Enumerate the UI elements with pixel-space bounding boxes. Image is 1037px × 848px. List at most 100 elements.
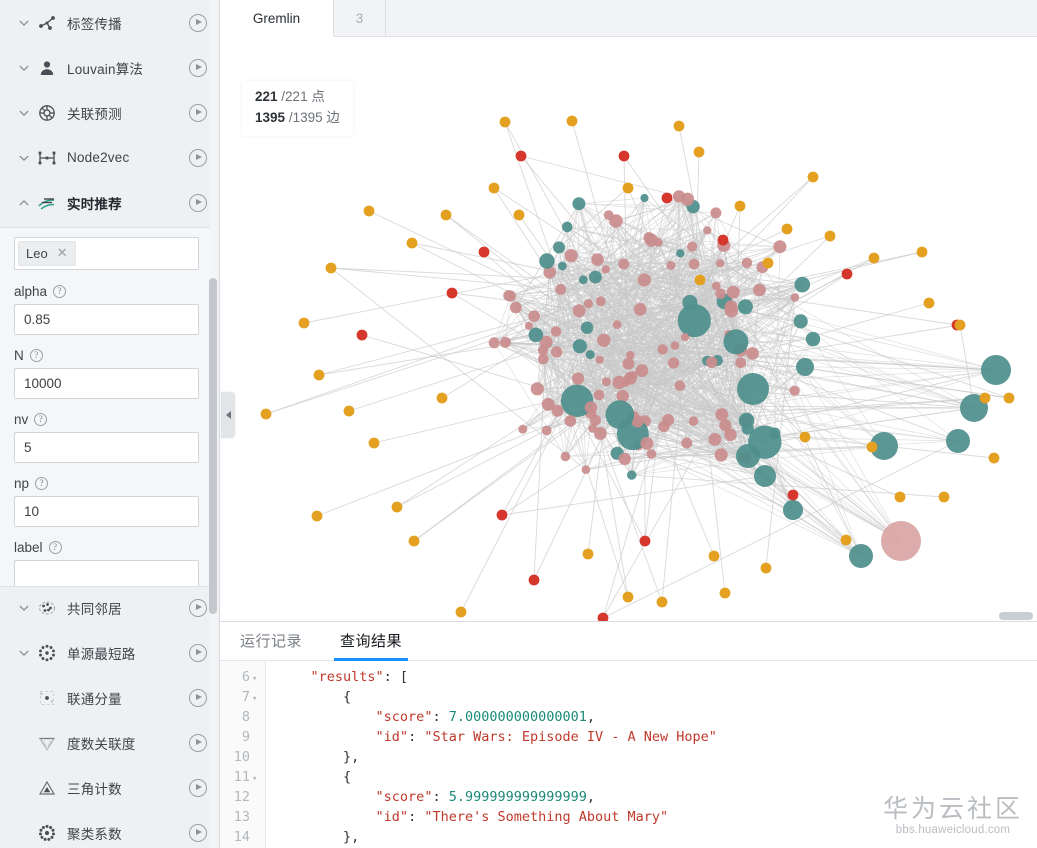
- chevron-down-icon[interactable]: [16, 17, 32, 29]
- sidebar-collapse-handle[interactable]: [221, 392, 235, 438]
- form-fields: Leo ✕ alpha?N?nv?np?label?: [0, 228, 213, 586]
- graph-canvas[interactable]: 221 /221 点 1395 /1395 边: [220, 37, 1037, 621]
- algorithm-item-item-5[interactable]: 聚类系数: [0, 810, 219, 848]
- chevron-down-icon[interactable]: [16, 647, 32, 659]
- code-line: "score": 7.000000000000001,: [375, 709, 596, 725]
- algorithm-item-item-3[interactable]: 度数关联度: [0, 720, 219, 765]
- node-count-total: /221 点: [281, 89, 325, 104]
- algorithm-label: 单源最短路: [67, 646, 136, 662]
- edge-count-total: /1395 边: [288, 109, 340, 125]
- line-number: 13: [220, 807, 265, 827]
- field-input-nv[interactable]: [14, 432, 199, 463]
- tag-leo[interactable]: Leo ✕: [18, 241, 76, 266]
- fold-toggle-icon[interactable]: ▾: [252, 689, 261, 709]
- chevron-down-icon[interactable]: [16, 107, 32, 119]
- field-label-label: label?: [14, 540, 199, 555]
- field-label-N: N?: [14, 348, 199, 363]
- line-number-text: 13: [233, 809, 250, 825]
- run-algorithm-icon[interactable]: [189, 778, 207, 797]
- algorithm-list-top: 标签传播 Louvain算法关联预测 Node2vec 实时推荐: [0, 0, 219, 225]
- source-tag-input[interactable]: Leo ✕: [14, 237, 199, 270]
- code-line: "score": 5.999999999999999,: [375, 789, 596, 805]
- chevron-up-icon[interactable]: [16, 197, 32, 209]
- json-result-viewer[interactable]: 6 ▾ 7 ▾ 8 9 10 11 ▾ 12 13 14 "results": [ { "score"…: [220, 661, 1037, 848]
- line-number-text: 11: [233, 769, 250, 785]
- node-count-line: 221 /221 点: [255, 87, 340, 108]
- line-number: 14: [220, 827, 265, 847]
- fold-toggle-icon[interactable]: ▾: [252, 769, 261, 789]
- query-tab-gremlin[interactable]: Gremlin: [220, 0, 334, 37]
- field-input-np[interactable]: [14, 496, 199, 527]
- tag-label: Leo: [26, 246, 48, 261]
- sidebar-scrollbar-track[interactable]: [209, 0, 218, 848]
- algorithm-item-louvain[interactable]: Louvain算法: [0, 45, 219, 90]
- chevron-down-icon[interactable]: [16, 62, 32, 74]
- tag-remove-icon[interactable]: ✕: [57, 246, 68, 261]
- run-algorithm-icon[interactable]: [189, 823, 207, 842]
- algorithm-item-item-1[interactable]: 单源最短路: [0, 630, 219, 675]
- field-input-N[interactable]: [14, 368, 199, 399]
- line-number: 8: [220, 707, 265, 727]
- help-icon[interactable]: ?: [35, 477, 49, 490]
- field-input-alpha[interactable]: [14, 304, 199, 335]
- run-algorithm-icon[interactable]: [189, 148, 207, 167]
- canvas-horizontal-scrollbar-thumb[interactable]: [999, 612, 1033, 620]
- query-tab-3[interactable]: 3: [334, 0, 386, 36]
- chevron-down-icon[interactable]: [16, 152, 32, 164]
- run-algorithm-icon[interactable]: [189, 733, 207, 752]
- results-tab-query-result[interactable]: 查询结果: [334, 630, 409, 661]
- algorithm-item-item-0[interactable]: 共同邻居: [0, 585, 219, 630]
- algorithm-item-item-0[interactable]: 标签传播: [0, 0, 219, 45]
- algorithm-item-item-2[interactable]: 关联预测: [0, 90, 219, 135]
- json-code-content[interactable]: "results": [ { "score": 7.00000000000000…: [266, 661, 1037, 848]
- chevron-down-icon[interactable]: [16, 602, 32, 614]
- realtime-recommend-icon: [34, 193, 60, 213]
- sidebar-scrollbar-thumb[interactable]: [209, 278, 217, 614]
- algorithm-item-node2vec[interactable]: Node2vec: [0, 135, 219, 180]
- triangle-count-icon: [34, 778, 60, 798]
- connected-components-icon: [34, 688, 60, 708]
- canvas-horizontal-scrollbar[interactable]: [220, 612, 1037, 621]
- query-tab-bar: Gremlin 3: [220, 0, 1037, 37]
- algorithm-label: Node2vec: [67, 150, 130, 165]
- clustering-coefficient-icon: [34, 823, 60, 843]
- help-icon[interactable]: ?: [29, 349, 43, 362]
- algorithm-label: 标签传播: [67, 16, 122, 32]
- code-line: },: [278, 829, 360, 845]
- results-tab-run-log[interactable]: 运行记录: [234, 630, 308, 660]
- degree-correlation-icon: [34, 733, 60, 753]
- field-label-text: alpha: [14, 284, 48, 299]
- algorithm-item-item-4[interactable]: 实时推荐: [0, 180, 219, 225]
- line-number-text: 8: [241, 709, 250, 725]
- run-algorithm-icon[interactable]: [189, 598, 207, 617]
- code-line: "id": "Star Wars: Episode IV - A New Hop…: [375, 729, 717, 745]
- algorithm-sidebar: 标签传播 Louvain算法关联预测 Node2vec 实时推荐 Leo ✕ alph…: [0, 0, 220, 848]
- code-line: {: [278, 689, 352, 705]
- run-algorithm-icon[interactable]: [189, 58, 207, 77]
- run-algorithm-icon[interactable]: [189, 193, 207, 212]
- field-input-label[interactable]: [14, 560, 199, 586]
- run-algorithm-icon[interactable]: [189, 643, 207, 662]
- graph-stats-overlay: 221 /221 点 1395 /1395 边: [242, 81, 353, 136]
- fold-toggle-icon[interactable]: ▾: [252, 669, 261, 689]
- node2vec-icon: [34, 148, 60, 168]
- algorithm-label: 实时推荐: [67, 196, 122, 212]
- code-line: },: [278, 749, 360, 765]
- algorithm-item-item-4[interactable]: 三角计数: [0, 765, 219, 810]
- help-icon[interactable]: ?: [53, 285, 67, 298]
- run-algorithm-icon[interactable]: [189, 103, 207, 122]
- help-icon[interactable]: ?: [34, 413, 48, 426]
- field-label-text: nv: [14, 412, 29, 427]
- run-algorithm-icon[interactable]: [189, 688, 207, 707]
- algorithm-item-item-2[interactable]: 联通分量: [0, 675, 219, 720]
- algorithm-label: 三角计数: [67, 781, 122, 797]
- algorithm-list-bottom: 共同邻居单源最短路联通分量 度数关联度三角计数聚类系数: [0, 585, 219, 848]
- help-icon[interactable]: ?: [48, 541, 62, 554]
- code-line: "results": [: [310, 669, 409, 685]
- line-number: 11 ▾: [220, 767, 265, 787]
- run-algorithm-icon[interactable]: [189, 13, 207, 32]
- sssp-icon: [34, 643, 60, 663]
- line-number-text: 9: [241, 729, 250, 745]
- algorithm-label: 关联预测: [67, 106, 122, 122]
- line-number: 7 ▾: [220, 687, 265, 707]
